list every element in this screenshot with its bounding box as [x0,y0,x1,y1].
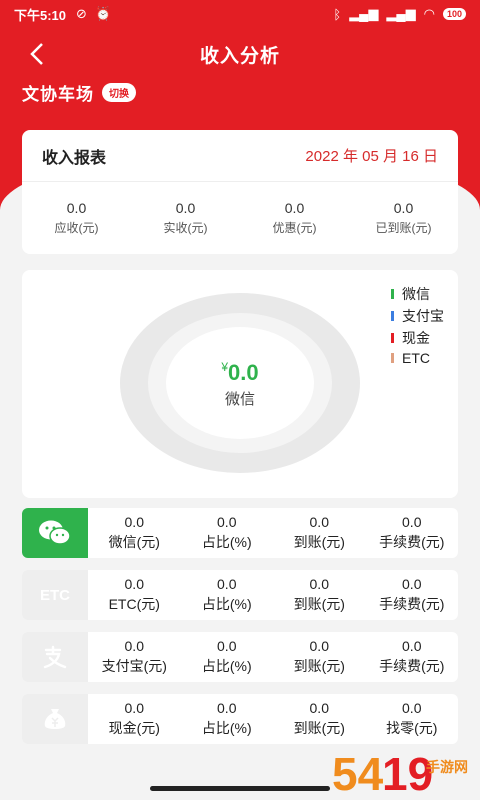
watermark-logo: 54 19 手游网 [332,748,468,800]
wechat-icon [22,508,88,558]
alipay-fee: 0.0 手续费(元) [379,638,445,674]
svg-text:54: 54 [332,748,384,800]
chart-center-label: 微信 [224,391,255,408]
cash-amount: 0.0 现金(元) [108,700,160,736]
alipay-amount: 0.0 支付宝(元) [101,638,167,674]
legend-swatch-cash [391,333,394,343]
chart-legend: 微信 支付宝 现金 ETC [391,284,444,368]
cash-bag-icon [22,694,88,744]
legend-swatch-wechat [391,289,394,299]
alarm-icon: ⏰ [94,6,112,21]
etc-amount: 0.0 ETC(元) [108,576,160,612]
signal-icon-2: ▂▄▆ [386,6,416,21]
wechat-amount: 0.0 微信(元) [108,514,160,550]
page-title: 收入分析 [199,45,280,67]
report-metrics: 0.0 应收(元) 0.0 实收(元) 0.0 优惠(元) 0.0 已到账(元) [22,200,458,236]
etc-icon: ETC [22,570,88,620]
legend-alipay[interactable]: 支付宝 [391,306,444,326]
wechat-settled: 0.0 到账(元) [293,514,345,550]
signal-icon: ▂▄▆ [349,6,379,21]
back-arrow-icon[interactable] [24,40,52,68]
payment-row-wechat[interactable]: 0.0 微信(元) 0.0 占比(%) 0.0 到账(元) 0.0 手续费(元) [22,508,458,558]
metric-receivable: 0.0 应收(元) [54,200,99,235]
report-title: 收入报表 [42,149,107,167]
navigation-bar: 收入分析 [0,34,480,74]
wechat-fee: 0.0 手续费(元) [379,514,445,550]
battery-icon: 100 [442,8,466,20]
bluetooth-icon: ᛒ [333,6,342,22]
legend-swatch-etc [391,353,394,363]
alipay-settled: 0.0 到账(元) [293,638,345,674]
etc-fee: 0.0 手续费(元) [379,576,445,612]
svg-text:手游网: 手游网 [426,759,468,776]
cash-settled: 0.0 到账(元) [293,700,345,736]
metric-settled: 0.0 已到账(元) [375,200,432,235]
parking-lot-name: 文协车场 [22,85,94,104]
wifi-icon: ◠ [423,6,435,21]
legend-swatch-alipay [391,311,394,321]
alipay-ratio: 0.0 占比(%) [201,638,252,674]
legend-etc[interactable]: ETC [391,350,444,366]
payment-row-etc[interactable]: ETC 0.0 ETC(元) 0.0 占比(%) 0.0 到账(元) 0.0 手续费(元… [22,570,458,620]
etc-settled: 0.0 到账(元) [293,576,345,612]
income-report-card: 收入报表 2022 年 05 月 16 日 0.0 应收(元) 0.0 实收(元… [22,130,458,254]
cash-ratio: 0.0 占比(%) [201,700,252,736]
parking-lot-selector: 文协车场 切换 [22,80,136,105]
switch-lot-button[interactable]: 切换 [102,83,136,102]
status-time: 下午5:10 [14,7,67,23]
payment-donut-chart: ¥0.0 微信 微信 支付宝 现金 ETC [22,270,458,498]
notification-off-icon: ⊘ [76,6,87,21]
alipay-icon [22,632,88,682]
chart-center-value: ¥0.0 [221,360,259,385]
metric-discount: 0.0 优惠(元) [272,200,317,235]
wechat-ratio: 0.0 占比(%) [201,514,252,550]
payment-row-alipay[interactable]: 0.0 支付宝(元) 0.0 占比(%) 0.0 到账(元) 0.0 手续费(元) [22,632,458,682]
etc-ratio: 0.0 占比(%) [201,576,252,612]
legend-cash[interactable]: 现金 [391,328,444,348]
status-bar: 下午5:10 ⊘ ⏰ ᛒ ▂▄▆ ▂▄▆ ◠ 100 [0,0,480,28]
report-date-picker[interactable]: 2022 年 05 月 16 日 [305,145,438,166]
legend-wechat[interactable]: 微信 [391,284,444,304]
home-indicator[interactable] [150,786,330,791]
metric-received: 0.0 实收(元) [163,200,208,235]
cash-change: 0.0 找零(元) [386,700,438,736]
payment-row-cash[interactable]: 0.0 现金(元) 0.0 占比(%) 0.0 到账(元) 0.0 找零(元) [22,694,458,744]
